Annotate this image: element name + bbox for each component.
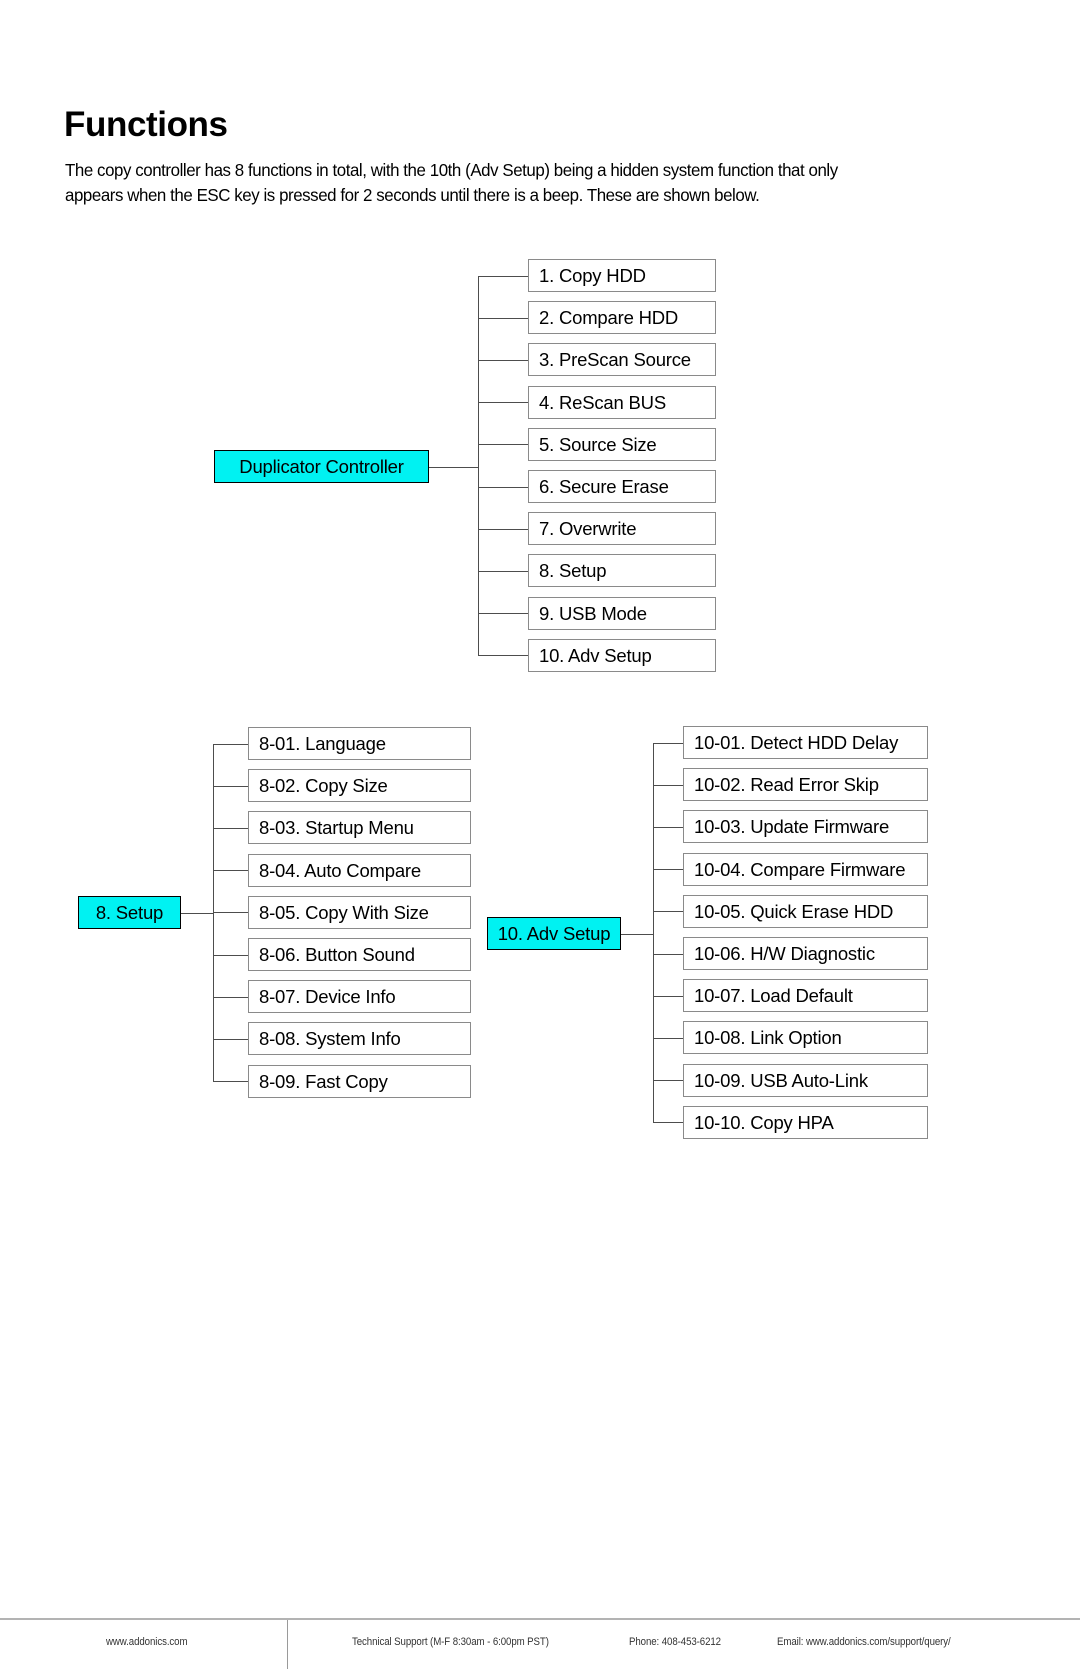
tree-adv-setup: 10. Adv Setup 10-01. Detect HDD Delay 10-0… <box>0 0 1080 1500</box>
connector-root-stub <box>621 934 653 935</box>
tree-node-adv-setup-2[interactable]: 10-02. Read Error Skip <box>683 768 928 801</box>
connector-branch <box>653 785 683 786</box>
tree-node-adv-setup-8[interactable]: 10-08. Link Option <box>683 1021 928 1054</box>
connector-branch <box>653 996 683 997</box>
tree-node-adv-setup-7[interactable]: 10-07. Load Default <box>683 979 928 1012</box>
connector-spine <box>653 743 654 1123</box>
tree-node-adv-setup-10[interactable]: 10-10. Copy HPA <box>683 1106 928 1139</box>
connector-branch <box>653 1122 683 1123</box>
functions-tree-diagram: Duplicator Controller 1. Copy HDD 2. Compa… <box>0 0 1080 1500</box>
tree-node-adv-setup-1[interactable]: 10-01. Detect HDD Delay <box>683 726 928 759</box>
connector-branch <box>653 743 683 744</box>
footer-column-divider <box>287 1620 288 1669</box>
connector-branch <box>653 1080 683 1081</box>
footer-website[interactable]: www.addonics.com <box>106 1636 188 1648</box>
tree-node-adv-setup-3[interactable]: 10-03. Update Firmware <box>683 810 928 843</box>
tree-node-adv-setup-6[interactable]: 10-06. H/W Diagnostic <box>683 937 928 970</box>
tree-node-adv-setup-9[interactable]: 10-09. USB Auto-Link <box>683 1064 928 1097</box>
footer-phone: Phone: 408-453-6212 <box>629 1636 721 1648</box>
tree-root-adv-setup[interactable]: 10. Adv Setup <box>487 917 621 950</box>
footer-email[interactable]: Email: www.addonics.com/support/query/ <box>777 1636 951 1648</box>
footer-divider-rule <box>0 1618 1080 1620</box>
tree-node-adv-setup-5[interactable]: 10-05. Quick Erase HDD <box>683 895 928 928</box>
tree-node-adv-setup-4[interactable]: 10-04. Compare Firmware <box>683 853 928 886</box>
connector-branch <box>653 827 683 828</box>
footer-technical-support: Technical Support (M-F 8:30am - 6:00pm P… <box>352 1636 549 1648</box>
connector-branch <box>653 954 683 955</box>
connector-branch <box>653 1038 683 1039</box>
connector-branch <box>653 911 683 912</box>
connector-branch <box>653 869 683 870</box>
